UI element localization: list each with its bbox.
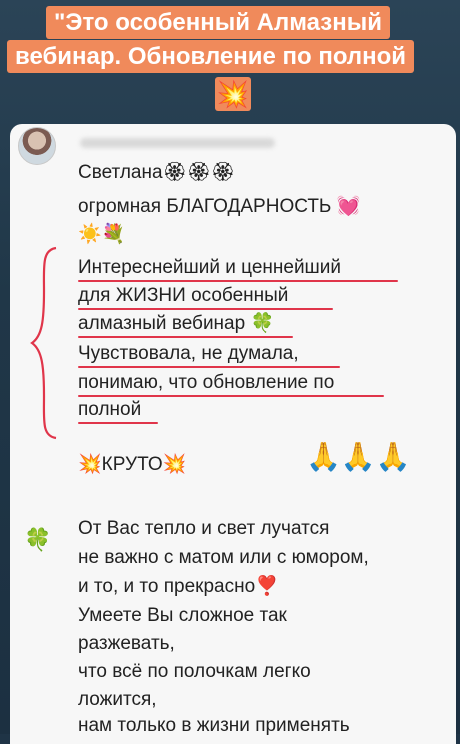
quote-line: алмазный вебинар 🍀 xyxy=(78,313,275,334)
underline xyxy=(78,366,340,368)
underline xyxy=(78,308,333,310)
message-line: и то, и то прекрасно❣️ xyxy=(78,576,279,597)
message-line: что всё по полочкам легко xyxy=(78,661,311,682)
quote-line: понимаю, что обновление по xyxy=(78,372,335,393)
avatar[interactable] xyxy=(18,127,56,165)
quote-line: для ЖИЗНИ особенный xyxy=(78,285,289,306)
underline xyxy=(78,422,158,424)
heart-icon: 💓 xyxy=(336,196,361,217)
kruto-line: 💥КРУТО💥 xyxy=(78,454,187,475)
sender-name: Светлана🏵🏵🏵 xyxy=(78,162,235,183)
collision-icon: 💥 xyxy=(215,77,251,111)
quote-line: Интереснейший и ценнейший xyxy=(78,257,342,278)
underline xyxy=(78,280,398,282)
banner-line-2: вебинар. Обновление по полной xyxy=(7,40,415,73)
sun-bouquet-icon: ☀️💐 xyxy=(78,224,126,245)
heart-exclamation-icon: ❣️ xyxy=(255,576,279,597)
message-line: ложится, xyxy=(78,689,157,710)
underline xyxy=(78,336,293,338)
flower-icon: 🏵🏵🏵 xyxy=(162,162,235,183)
message-line: огромная БЛАГОДАРНОСТЬ 💓 xyxy=(78,196,361,217)
clover-icon: 🍀 xyxy=(24,527,52,552)
blurred-name xyxy=(80,138,275,148)
quote-line: полной xyxy=(78,399,142,420)
message-line: разжевать, xyxy=(78,633,175,654)
message-line: не важно с матом или с юмором, xyxy=(78,547,369,568)
message-line: нам только в жизни применять xyxy=(78,715,350,736)
banner-line-1: "Это особенный Алмазный xyxy=(46,6,390,39)
header-banner: "Это особенный Алмазный вебинар. Обновле… xyxy=(0,0,460,120)
quote-line: Чувствовала, не думала, xyxy=(78,343,299,364)
brace-mark xyxy=(30,246,57,440)
message-line: Умеете Вы сложное так xyxy=(78,605,287,626)
collision-icon: 💥 xyxy=(162,454,187,475)
message-line: От Вас тепло и свет лучатся xyxy=(78,518,330,539)
clover-icon: 🍀 xyxy=(250,313,275,334)
praying-hands-icon: 🙏🙏🙏 xyxy=(306,441,411,472)
collision-icon: 💥 xyxy=(78,454,102,475)
